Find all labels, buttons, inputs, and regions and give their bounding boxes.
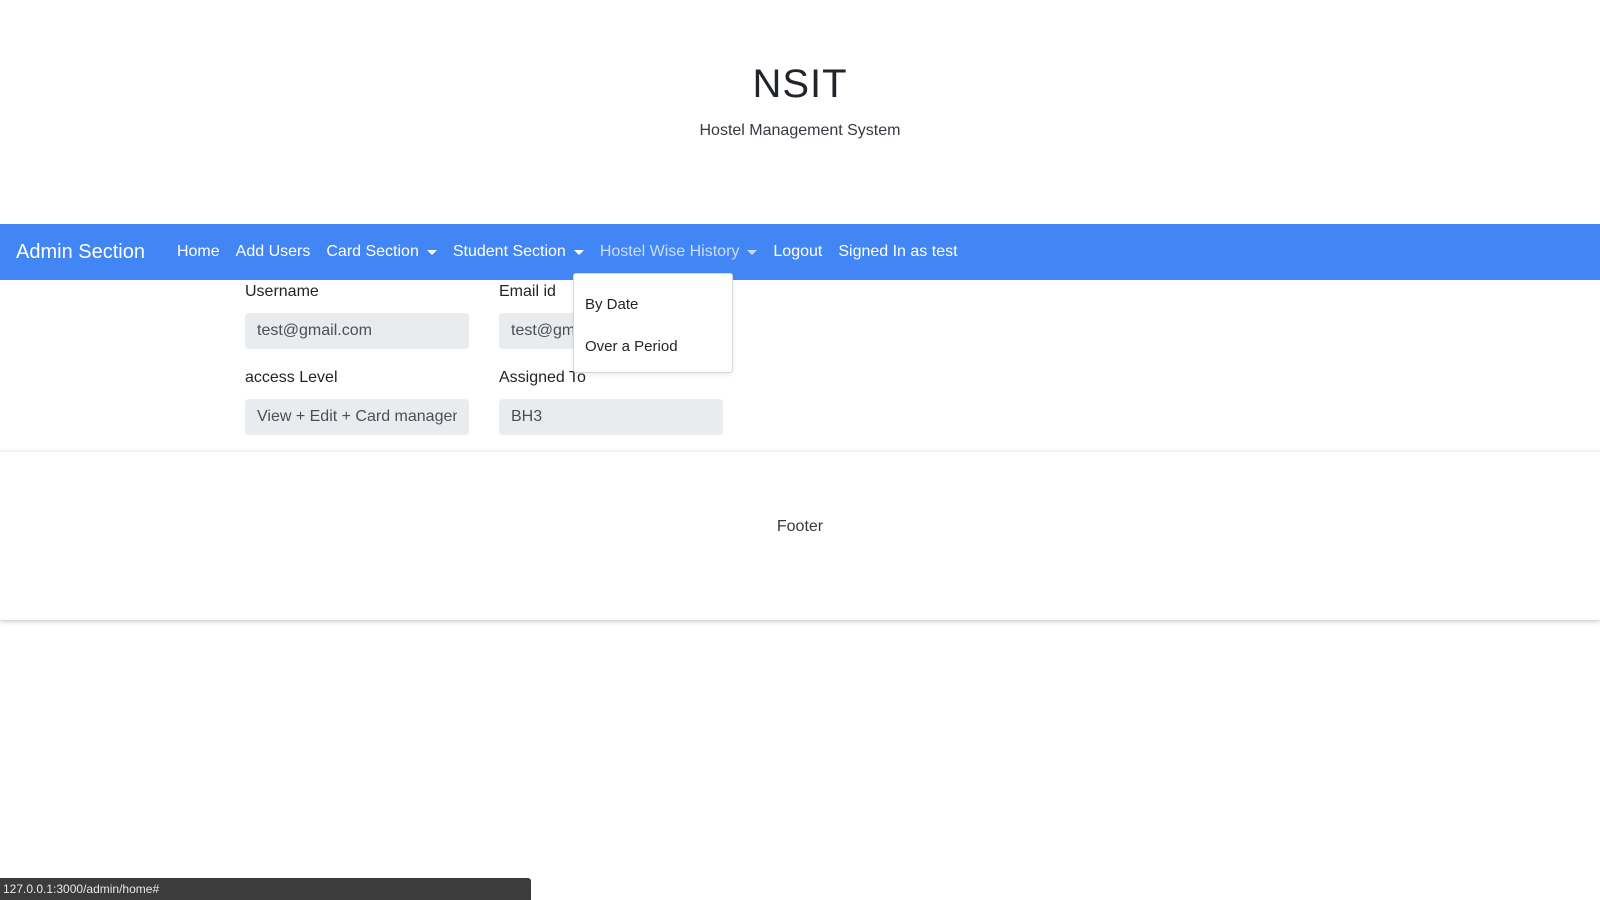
nav-link-label: Logout	[773, 243, 823, 260]
access-level-field[interactable]	[245, 399, 469, 435]
browser-status-bar: 127.0.0.1:3000/admin/home#	[0, 878, 531, 900]
dropdown-item-by-date[interactable]: By Date	[574, 284, 732, 326]
site-title: NSIT	[752, 62, 848, 106]
site-subtitle: Hostel Management System	[699, 122, 901, 139]
nav-link-home[interactable]: Home	[169, 243, 228, 261]
nav-link-label: Hostel Wise History	[599, 243, 740, 260]
nav-link-label: Home	[176, 243, 220, 260]
assigned-to-field[interactable]	[499, 399, 723, 435]
admin-navbar: Admin Section Home Add Users Card Sectio…	[0, 224, 1600, 280]
nav-link-label: Student Section	[452, 243, 566, 260]
page-header: NSIT Hostel Management System	[0, 0, 1600, 224]
hostel-history-dropdown-menu: By Date Over a Period	[573, 273, 733, 373]
nav-dropdown-card-section[interactable]: Card Section	[318, 243, 445, 261]
username-field[interactable]	[245, 313, 469, 349]
caret-down-icon	[426, 249, 437, 255]
username-label: Username	[245, 283, 319, 300]
nav-link-signed-in[interactable]: Signed In as test	[830, 243, 965, 261]
status-url: 127.0.0.1:3000/admin/home#	[3, 882, 160, 896]
nav-link-add-users[interactable]: Add Users	[228, 243, 319, 261]
page-footer: Footer	[0, 452, 1600, 620]
nav-link-label: Add Users	[235, 243, 311, 260]
nav-dropdown-student-section[interactable]: Student Section	[445, 243, 592, 261]
dropdown-item-over-a-period[interactable]: Over a Period	[574, 326, 732, 368]
caret-down-icon	[573, 249, 584, 255]
nav-link-label: Signed In as test	[838, 243, 958, 260]
access-level-label: access Level	[245, 369, 338, 386]
navbar-brand[interactable]: Admin Section	[16, 241, 145, 264]
footer-text: Footer	[776, 518, 824, 535]
caret-down-icon	[747, 249, 758, 255]
nav-link-label: Card Section	[326, 243, 419, 260]
email-label: Email id	[499, 283, 556, 300]
nav-link-logout[interactable]: Logout	[765, 243, 830, 261]
nav-dropdown-hostel-wise-history[interactable]: Hostel Wise History	[592, 243, 766, 261]
